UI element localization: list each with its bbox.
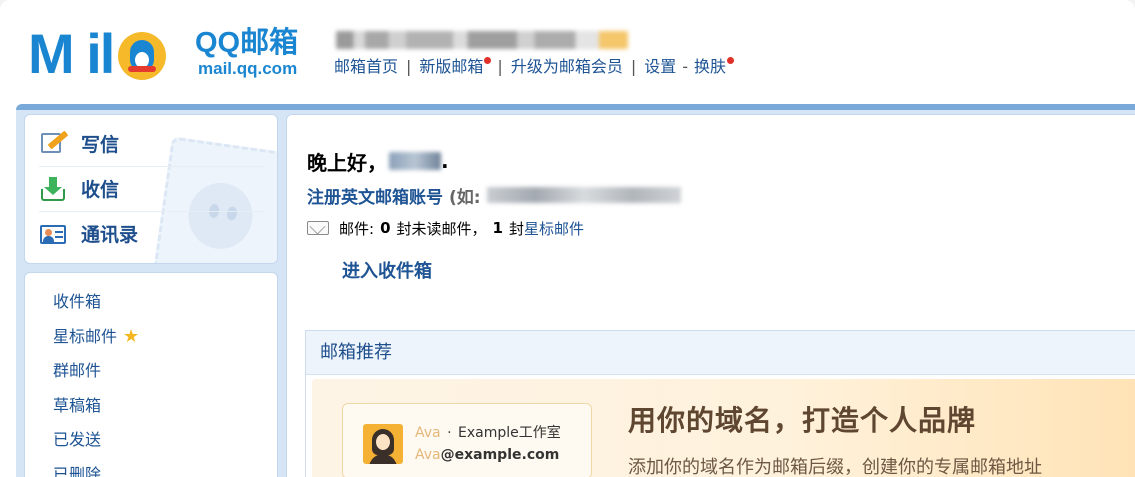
greeting: 晚上好， . <box>307 147 449 175</box>
greeting-period: . <box>441 149 449 173</box>
nav-separator: | <box>630 57 637 76</box>
greeting-text: 晚上好， <box>307 150 387 175</box>
contacts-button[interactable]: 通讯录 <box>39 211 265 255</box>
quick-actions-card: 写信 收信 通讯录 <box>24 114 278 264</box>
domain-card-user: Ava <box>415 425 441 441</box>
domain-example-card: Ava · Example工作室 Ava@example.com <box>342 403 592 477</box>
folder-group-mail[interactable]: 群邮件 <box>25 354 277 389</box>
banner-subline: 添加你的域名作为邮箱后缀，创建你的专属邮箱地址 <box>628 457 1042 477</box>
example-address-redacted <box>486 187 681 203</box>
receive-mail-button[interactable]: 收信 <box>39 166 265 210</box>
folder-starred[interactable]: 星标邮件 ★ <box>25 320 277 355</box>
unread-count: 0 <box>380 219 391 237</box>
top-navigation: 邮箱首页 | 新版邮箱 | 升级为邮箱会员 | 设置 - 换肤 <box>334 56 735 78</box>
qqmail-window: M il QQ邮箱 mail.qq.com 邮箱首页 | 新版邮箱 | 升级为邮… <box>0 0 1135 477</box>
logo-mail-text: M il <box>28 22 115 85</box>
domain-card-line1: Ava · Example工作室 <box>415 424 561 442</box>
recommend-section: 邮箱推荐 Ava · Example工作室 Ava@example.com 用你… <box>305 330 1135 477</box>
folder-drafts[interactable]: 草稿箱 <box>25 389 277 424</box>
notification-dot-icon <box>727 57 735 64</box>
nav-separator: | <box>497 57 503 76</box>
nav-mailbox-home[interactable]: 邮箱首页 <box>334 56 398 78</box>
starred-mail-link[interactable]: 星标邮件 <box>524 218 584 239</box>
nav-new-version[interactable]: 新版邮箱 <box>419 56 492 78</box>
nav-new-version-label: 新版邮箱 <box>419 57 484 76</box>
compose-pencil-icon <box>39 130 69 155</box>
custom-domain-banner[interactable]: Ava · Example工作室 Ava@example.com 用你的域名，打… <box>312 379 1135 477</box>
mail-stats: 邮件: 0 封未读邮件， 1 封 星标邮件 <box>307 217 584 239</box>
account-address-redacted <box>336 31 628 49</box>
compose-label: 写信 <box>81 133 120 156</box>
starred-text: 封 <box>508 219 524 238</box>
contacts-label: 通讯录 <box>81 224 139 246</box>
compose-button[interactable]: 写信 <box>39 121 265 165</box>
domain-card-address: @example.com <box>440 447 560 463</box>
folder-sent[interactable]: 已发送 <box>25 423 277 458</box>
starred-count: 1 <box>492 219 503 237</box>
penguin-logo-icon <box>118 32 166 80</box>
folder-list-card: 收件箱 星标邮件 ★ 群邮件 草稿箱 已发送 已删除 <box>24 272 278 477</box>
main-panel: 晚上好， . 注册英文邮箱账号 (如: 邮件: 0 封未读邮件， 1 封 星标邮… <box>286 104 1135 477</box>
domain-card-dot: · <box>447 425 452 441</box>
nav-settings[interactable]: 设置 <box>644 56 676 78</box>
domain-card-line2: Ava@example.com <box>415 446 559 464</box>
nav-upgrade-member[interactable]: 升级为邮箱会员 <box>511 56 623 78</box>
star-icon: ★ <box>123 325 140 347</box>
folder-deleted[interactable]: 已删除 <box>25 458 277 477</box>
notification-dot-icon <box>484 57 492 64</box>
unread-text: 封未读邮件， <box>396 219 487 238</box>
domain-card-user2: Ava <box>415 447 441 463</box>
banner-headline: 用你的域名，打造个人品牌 <box>628 404 977 437</box>
qqmail-logo[interactable]: M il QQ邮箱 mail.qq.com <box>28 24 318 84</box>
contacts-card-icon <box>39 222 67 246</box>
logo-brand: QQ邮箱 <box>195 27 299 59</box>
register-example-hint: (如: <box>449 187 481 208</box>
folder-list: 收件箱 星标邮件 ★ 群邮件 草稿箱 已发送 已删除 <box>25 273 277 477</box>
envelope-icon <box>307 221 329 235</box>
nav-separator: | <box>406 57 412 76</box>
nav-change-skin-label: 换肤 <box>694 57 727 76</box>
receive-download-icon <box>39 176 67 201</box>
logo-domain: mail.qq.com <box>198 59 298 78</box>
user-name-redacted <box>389 152 441 170</box>
left-sidebar: 写信 收信 通讯录 收件箱 星标邮件 ★ 群邮件 草稿箱 已发送 已删除 <box>16 104 286 477</box>
enter-inbox-link[interactable]: 进入收件箱 <box>342 257 432 283</box>
folder-inbox[interactable]: 收件箱 <box>25 285 277 320</box>
folder-starred-label: 星标邮件 <box>53 326 118 346</box>
domain-card-brand: Example工作室 <box>457 425 561 441</box>
register-english-account-link[interactable]: 注册英文邮箱账号 <box>307 183 443 208</box>
mail-label: 邮件: <box>339 219 375 238</box>
register-english-account: 注册英文邮箱账号 (如: <box>307 183 681 208</box>
recommend-title: 邮箱推荐 <box>306 331 1135 375</box>
receive-label: 收信 <box>81 179 120 201</box>
nav-dash: - <box>682 57 689 76</box>
user-avatar-icon <box>363 424 403 464</box>
nav-change-skin[interactable]: 换肤 <box>694 56 735 78</box>
welcome-card: 晚上好， . 注册英文邮箱账号 (如: 邮件: 0 封未读邮件， 1 封 星标邮… <box>286 114 1135 477</box>
